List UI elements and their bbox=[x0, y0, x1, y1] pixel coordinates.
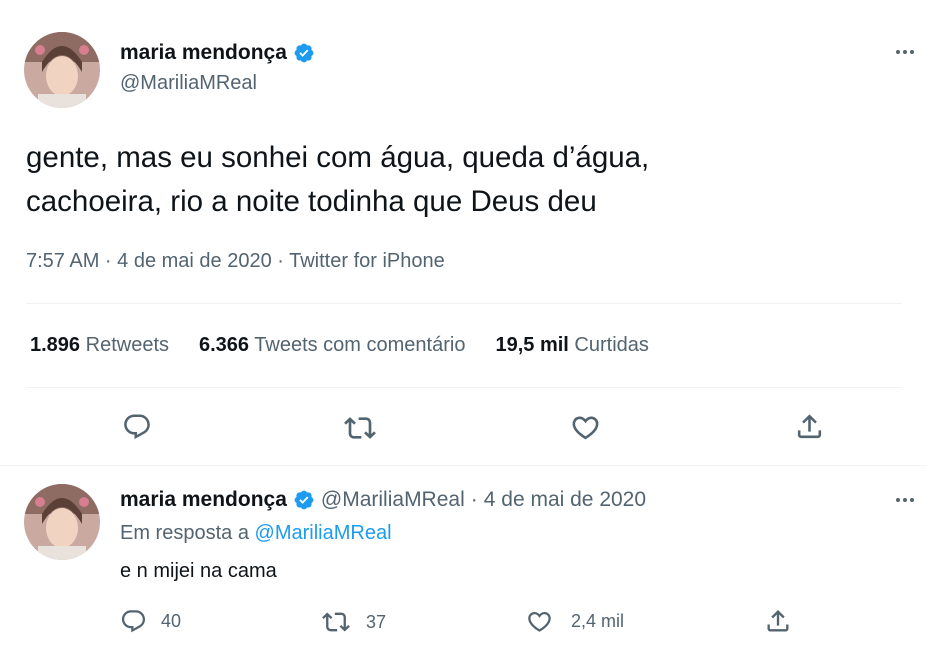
reply-reply-button[interactable]: 40 bbox=[120, 608, 181, 635]
retweet-icon bbox=[344, 417, 376, 439]
tweet-meta[interactable]: 7:57 AM · 4 de mai de 2020 · Twitter for… bbox=[26, 250, 445, 273]
share-icon bbox=[797, 414, 822, 439]
retweet-count: 37 bbox=[366, 611, 387, 632]
reply-share-button[interactable] bbox=[764, 607, 792, 635]
author-name[interactable]: maria mendonça bbox=[120, 41, 287, 65]
reply-to-link[interactable]: @MariliaMReal bbox=[255, 522, 392, 544]
reply-retweet-button[interactable]: 37 bbox=[322, 608, 386, 636]
author-name-row: maria mendonça bbox=[120, 40, 315, 66]
like-count: 2,4 mil bbox=[571, 611, 625, 631]
reply-icon bbox=[124, 414, 150, 440]
verified-badge-icon bbox=[293, 42, 315, 64]
more-options-button[interactable] bbox=[890, 42, 920, 62]
like-icon bbox=[528, 611, 551, 632]
reply-like-button[interactable]: 2,4 mil bbox=[526, 608, 624, 635]
retweet-button[interactable] bbox=[344, 412, 376, 444]
reply-author-avatar[interactable] bbox=[24, 484, 100, 560]
tweet-text: gente, mas eu sonhei com água, queda d’á… bbox=[26, 141, 650, 218]
retweet-icon bbox=[322, 612, 350, 632]
author-handle[interactable]: @MariliaMReal bbox=[120, 72, 257, 95]
reply-text: e n mijei na cama bbox=[120, 560, 277, 582]
reply-header: maria mendonça @MariliaMReal · 4 de mai … bbox=[120, 486, 646, 514]
reply-button[interactable] bbox=[122, 412, 152, 442]
divider bbox=[0, 465, 927, 466]
reply-author-name[interactable]: maria mendonça bbox=[120, 488, 287, 512]
likes-stat[interactable]: 19,5 mil Curtidas bbox=[495, 334, 648, 357]
tweet-stats: 1.896 Retweets 6.366 Tweets com comentár… bbox=[30, 334, 649, 357]
verified-badge-icon bbox=[293, 489, 315, 511]
reply-count: 40 bbox=[161, 611, 182, 631]
reply-context: Em resposta a @MariliaMReal bbox=[120, 522, 392, 544]
divider bbox=[26, 387, 902, 388]
quote-tweets-stat[interactable]: 6.366 Tweets com comentário bbox=[199, 334, 465, 357]
retweets-stat[interactable]: 1.896 Retweets bbox=[30, 334, 169, 357]
author-avatar[interactable] bbox=[24, 32, 100, 108]
like-icon bbox=[572, 416, 599, 440]
separator: · bbox=[470, 488, 478, 511]
more-icon bbox=[896, 50, 900, 54]
share-button[interactable] bbox=[794, 411, 825, 442]
reply-more-options-button[interactable] bbox=[890, 490, 920, 510]
share-icon bbox=[767, 610, 789, 632]
more-icon bbox=[896, 498, 900, 502]
like-button[interactable] bbox=[570, 412, 601, 443]
reply-icon bbox=[121, 610, 146, 633]
reply-author-handle[interactable]: @MariliaMReal bbox=[321, 488, 465, 512]
divider bbox=[26, 303, 902, 304]
reply-date[interactable]: 4 de mai de 2020 bbox=[484, 488, 646, 512]
